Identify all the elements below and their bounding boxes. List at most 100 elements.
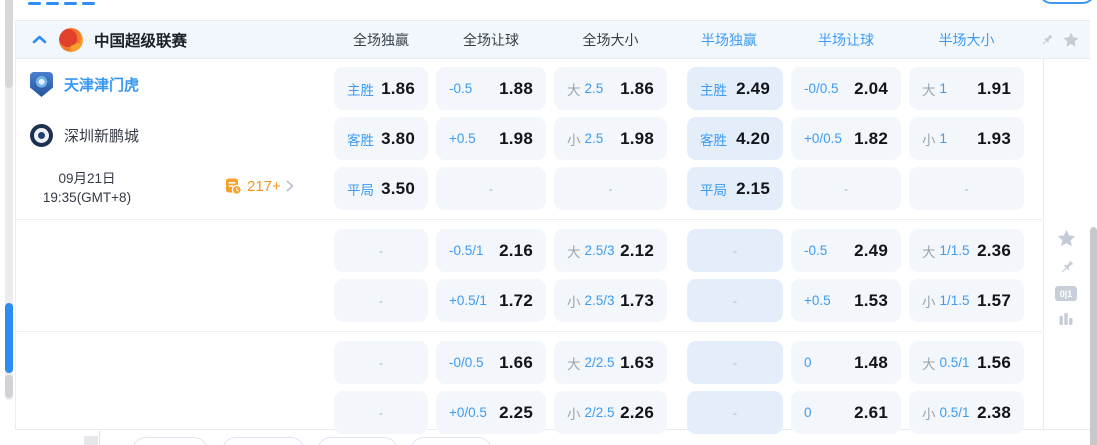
- odds-selection-label: 客胜: [700, 129, 727, 149]
- over-under-prefix: 小: [567, 132, 581, 148]
- bottom-tab-pill-3[interactable]: [317, 437, 398, 445]
- league-header-row: 中国超级联赛 全场独赢 全场让球 全场大小 半场独赢 半场让球 半场大小: [16, 21, 1090, 59]
- home-team-row[interactable]: 天津津门虎: [30, 72, 139, 97]
- odds-cell[interactable]: -0/0.5 2.04: [791, 67, 901, 110]
- odds-row: - -0.5/1 2.16 大 2.5/3 2.12- -0.5 2.49 大 1/1.5 2.36: [16, 229, 1090, 272]
- odds-cell[interactable]: 大 2.5 1.86: [554, 67, 667, 110]
- odds-cell[interactable]: 大 1/1.5 2.36: [909, 229, 1024, 272]
- stats-bars-icon[interactable]: [1057, 310, 1075, 328]
- odds-cell[interactable]: 客胜 4.20: [687, 117, 783, 160]
- odds-group-1: 主胜 1.86 -0.5 1.88 大 2.5 1.86 主胜 2.49 -0/0.5 2.04 大 1…: [16, 67, 1090, 219]
- score-odds-toggle-icon[interactable]: 0|1: [1055, 286, 1077, 301]
- odds-selection-label: 大 1/1.5: [922, 241, 970, 261]
- odds-group-3: - -0/0.5 1.66 大 2/2.5 1.63 - 0 1.48 大 0.5/1 1.56 - +0…: [16, 341, 1090, 443]
- dash: -: [733, 405, 737, 420]
- odds-cell[interactable]: 主胜 2.49: [687, 67, 783, 110]
- odds-cell[interactable]: +0.5 1.53: [791, 279, 901, 322]
- left-scrollbar-thumb-bottom[interactable]: [5, 375, 13, 398]
- star-tool-icon[interactable]: [1056, 228, 1077, 249]
- odds-value: 2.26: [620, 402, 654, 422]
- odds-selection-label: 大 2/2.5: [567, 353, 615, 373]
- selection-line: -0/0.5: [804, 81, 839, 96]
- odds-row: - -0/0.5 1.66 大 2/2.5 1.63 - 0 1.48 大 0.5/1 1.56: [16, 341, 1090, 384]
- odds-cell[interactable]: -0/0.5 1.66: [436, 341, 546, 384]
- pin-icon[interactable]: [1038, 32, 1055, 49]
- dash: -: [733, 355, 737, 370]
- odds-cell[interactable]: -0.5 2.49: [791, 229, 901, 272]
- odds-selection-label: -0.5/1: [449, 243, 484, 258]
- odds-selection-label: 主胜: [347, 79, 374, 99]
- odds-selection-label: -0/0.5: [449, 355, 484, 370]
- collapse-chevron-up-icon[interactable]: [30, 31, 48, 49]
- odds-cell[interactable]: 0 1.48: [791, 341, 901, 384]
- odds-cell[interactable]: 小 0.5/1 2.38: [909, 391, 1024, 434]
- odds-cell[interactable]: 大 0.5/1 1.56: [909, 341, 1024, 384]
- odds-cell-empty: -: [334, 279, 428, 322]
- odds-selection-label: 小 0.5/1: [922, 403, 970, 423]
- odds-cell[interactable]: 客胜 3.80: [334, 117, 428, 160]
- clipped-pill-button[interactable]: [1038, 0, 1096, 4]
- pin-tool-icon[interactable]: [1057, 258, 1076, 277]
- odds-cell-empty: -: [554, 167, 667, 210]
- column-header-5: 半场让球: [818, 31, 874, 48]
- odds-value: 1.86: [620, 78, 654, 98]
- bottom-corner-line: [99, 431, 100, 445]
- markets-count[interactable]: 217+: [247, 178, 281, 195]
- bottom-tab-pill-2[interactable]: [222, 437, 305, 445]
- odds-cell[interactable]: 小 1 1.93: [909, 117, 1024, 160]
- odds-cell[interactable]: 0 2.61: [791, 391, 901, 434]
- bottom-tab-pill-1[interactable]: [132, 437, 208, 445]
- left-scrollbar-thumb-top[interactable]: [5, 0, 13, 88]
- selection-line: 0.5/1: [939, 405, 970, 420]
- odds-value: 2.25: [499, 402, 533, 422]
- odds-value: 1.72: [499, 290, 533, 310]
- odds-selection-label: 大 2.5: [567, 79, 603, 99]
- odds-cell[interactable]: 大 2/2.5 1.63: [554, 341, 667, 384]
- odds-cell[interactable]: 平局 2.15: [687, 167, 783, 210]
- odds-selection-label: -0.5: [804, 243, 827, 258]
- over-under-prefix: 小: [922, 406, 936, 422]
- odds-cell[interactable]: 小 2.5 1.98: [554, 117, 667, 160]
- odds-row: - +0.5/1 1.72 小 2.5/3 1.73- +0.5 1.53 小 1/1.5 1.57: [16, 279, 1090, 322]
- away-team-name[interactable]: 深圳新鹏城: [64, 125, 139, 146]
- right-scrollbar-thumb[interactable]: [1090, 227, 1097, 445]
- dash: -: [489, 181, 493, 196]
- dash: -: [379, 355, 383, 370]
- more-markets-link[interactable]: 217+: [224, 177, 294, 195]
- selection-line: 2.5/3: [584, 243, 615, 258]
- odds-cell[interactable]: +0.5/1 1.72: [436, 279, 546, 322]
- odds-value: 2.16: [499, 240, 533, 260]
- odds-value: 1.88: [499, 78, 533, 98]
- odds-cell[interactable]: 平局 3.50: [334, 167, 428, 210]
- odds-value: 2.38: [977, 402, 1011, 422]
- odds-cell[interactable]: 小 2.5/3 1.73: [554, 279, 667, 322]
- odds-value: 1.57: [977, 290, 1011, 310]
- odds-cell[interactable]: 主胜 1.86: [334, 67, 428, 110]
- odds-value: 1.82: [854, 128, 888, 148]
- odds-cell[interactable]: +0.5 1.98: [436, 117, 546, 160]
- column-header-1: 全场独赢: [353, 31, 409, 48]
- odds-cell[interactable]: 小 1/1.5 1.57: [909, 279, 1024, 322]
- odds-cell[interactable]: 大 1 1.91: [909, 67, 1024, 110]
- left-scrollbar-indicator[interactable]: [5, 303, 13, 373]
- home-team-name[interactable]: 天津津门虎: [64, 74, 139, 95]
- odds-groups: 主胜 1.86 -0.5 1.88 大 2.5 1.86 主胜 2.49 -0/0.5 2.04 大 1…: [16, 59, 1090, 443]
- odds-cell[interactable]: -0.5/1 2.16: [436, 229, 546, 272]
- odds-cell[interactable]: +0/0.5 1.82: [791, 117, 901, 160]
- odds-cell[interactable]: +0/0.5 2.25: [436, 391, 546, 434]
- odds-selection-label: 主胜: [700, 79, 727, 99]
- odds-selection-label: 0: [804, 355, 812, 370]
- away-team-row[interactable]: 深圳新鹏城: [30, 124, 139, 147]
- odds-cell[interactable]: -0.5 1.88: [436, 67, 546, 110]
- odds-cell[interactable]: 大 2.5/3 2.12: [554, 229, 667, 272]
- match-time: 19:35(GMT+8): [42, 190, 132, 205]
- odds-value: 2.49: [736, 78, 770, 98]
- odds-cell-empty: -: [436, 167, 546, 210]
- odds-cell-empty: -: [687, 391, 783, 434]
- odds-value: 1.56: [977, 352, 1011, 372]
- favorite-star-icon[interactable]: [1062, 31, 1080, 49]
- bottom-tab-pill-4[interactable]: [410, 437, 492, 445]
- odds-cell[interactable]: 小 2/2.5 2.26: [554, 391, 667, 434]
- odds-row: 客胜 3.80 +0.5 1.98 小 2.5 1.98 客胜 4.20 +0/0.5 1.82 小 1…: [16, 117, 1090, 160]
- selection-line: 0: [804, 355, 812, 370]
